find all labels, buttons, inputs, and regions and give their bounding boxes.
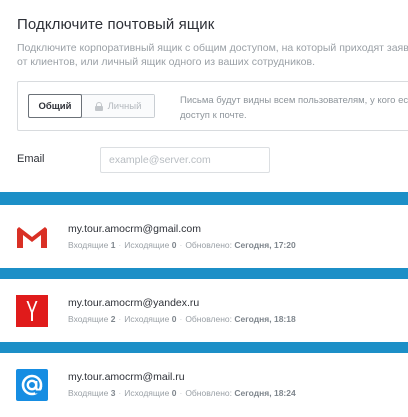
mailbox-stats: Входящие 1 · Исходящие 0 · Обновлено: Сегодн…	[68, 240, 296, 250]
outbox-label: Исходящие	[124, 314, 170, 324]
access-note-line-1: Письма будут видны всем пользователям, у…	[180, 95, 408, 106]
outbox-label: Исходящие	[124, 240, 170, 250]
outbox-count: 0	[171, 388, 177, 398]
mailbox-stats: Входящие 2 · Исходящие 0 · Обновлено: Сегодн…	[68, 314, 296, 324]
connect-mailbox-panel: Подключите почтовый ящик Подключите корп…	[0, 0, 408, 192]
section-divider	[0, 192, 408, 205]
inbox-count: 1	[110, 240, 116, 250]
mailbox-card-yandex[interactable]: my.tour.amocrm@yandex.ru Входящие 2 · Исхо…	[0, 279, 408, 342]
mailbox-card-gmail[interactable]: my.tour.amocrm@gmail.com Входящие 1 · Исхо…	[0, 205, 408, 268]
outbox-count: 0	[171, 314, 177, 324]
email-input[interactable]	[100, 147, 270, 173]
personal-access-label: Личный	[107, 100, 142, 112]
description-line-2: от клиентов, или личный ящик одного из в…	[17, 56, 316, 68]
updated-label: Обновлено:	[185, 314, 233, 324]
email-label: Email	[17, 153, 45, 165]
lock-icon	[94, 101, 103, 111]
mailbox-address: my.tour.amocrm@gmail.com	[68, 223, 201, 235]
yandex-icon	[16, 294, 48, 327]
mailbox-address: my.tour.amocrm@mail.ru	[68, 371, 185, 383]
inbox-label: Входящие	[68, 388, 109, 398]
section-divider	[0, 268, 408, 279]
updated-label: Обновлено:	[185, 240, 233, 250]
access-type-box: Общий Личный Письма будут видны всем пол…	[17, 81, 408, 131]
inbox-count: 3	[110, 388, 116, 398]
inbox-label: Входящие	[68, 240, 109, 250]
personal-access-button[interactable]: Личный	[82, 95, 154, 117]
updated-value: Сегодня, 18:24	[234, 388, 296, 398]
updated-label: Обновлено:	[185, 388, 233, 398]
description-line-1: Подключите корпоративный ящик с общим до…	[17, 42, 408, 54]
mailbox-stats: Входящие 3 · Исходящие 0 · Обновлено: Сегодн…	[68, 388, 296, 398]
mailru-icon	[16, 369, 48, 401]
updated-value: Сегодня, 17:20	[234, 240, 296, 250]
shared-access-button[interactable]: Общий	[28, 94, 82, 118]
mailbox-address: my.tour.amocrm@yandex.ru	[68, 297, 200, 309]
outbox-count: 0	[171, 240, 177, 250]
gmail-icon	[17, 226, 47, 248]
page-title: Подключите почтовый ящик	[17, 16, 215, 33]
mailbox-card-mailru[interactable]: my.tour.amocrm@mail.ru Входящие 3 · Исходя…	[0, 353, 408, 417]
connect-description: Подключите корпоративный ящик с общим до…	[17, 41, 408, 69]
updated-value: Сегодня, 18:18	[234, 314, 296, 324]
access-toggle: Общий Личный	[28, 94, 155, 118]
access-note-line-2: доступ к почте.	[180, 110, 247, 121]
outbox-label: Исходящие	[124, 388, 170, 398]
access-note: Письма будут видны всем пользователям, у…	[180, 93, 408, 123]
inbox-label: Входящие	[68, 314, 109, 324]
section-divider	[0, 342, 408, 353]
inbox-count: 2	[110, 314, 116, 324]
